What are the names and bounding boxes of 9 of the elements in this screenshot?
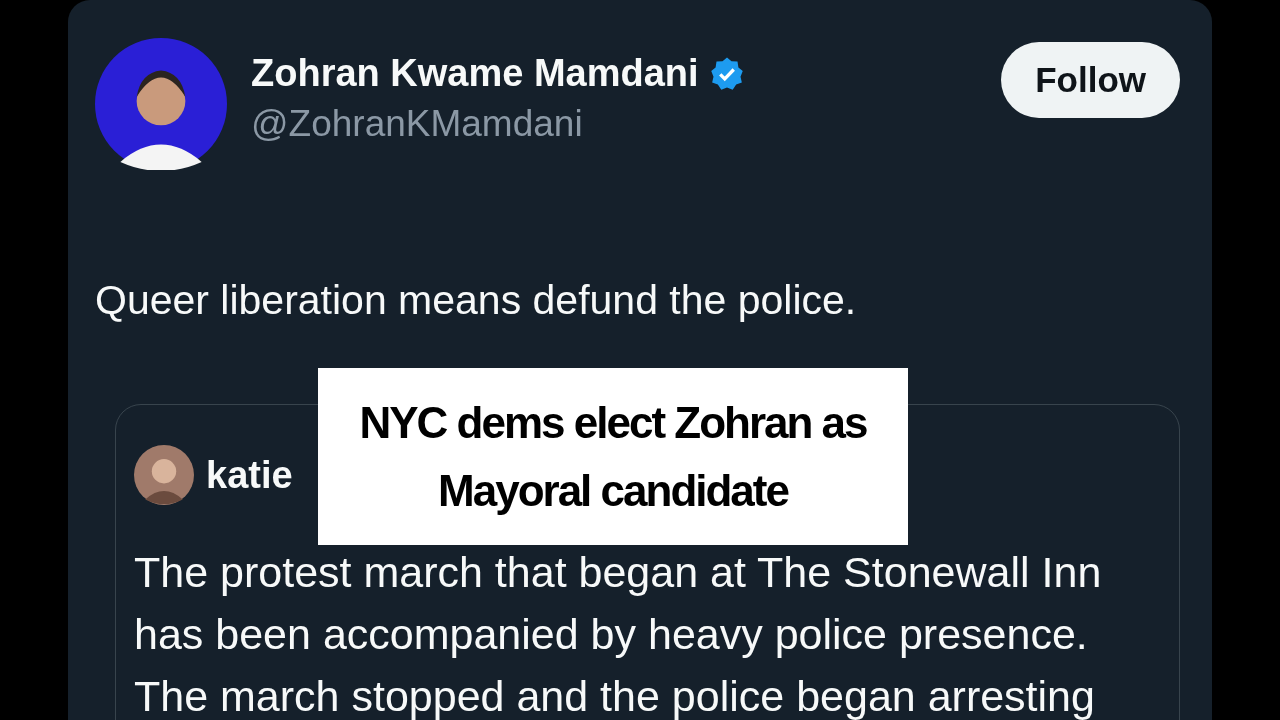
quoted-tweet-text: The protest march that began at The Stonewall Inn has been accompanied by heavy police presence. The march stopped and the police began arresting xyxy=(134,547,1103,720)
caption-text: Mayoral candidate xyxy=(438,464,788,517)
author-name[interactable]: Zohran Kwame Mamdani xyxy=(251,52,699,95)
follow-button[interactable]: Follow xyxy=(1001,42,1180,118)
quoted-author-name[interactable]: katie xyxy=(206,453,293,497)
avatar xyxy=(134,445,194,505)
author-handle[interactable]: @ZohranKMamdani xyxy=(251,103,583,145)
avatar[interactable] xyxy=(95,38,227,170)
tweet-text: Queer liberation means defund the police. xyxy=(95,276,858,324)
